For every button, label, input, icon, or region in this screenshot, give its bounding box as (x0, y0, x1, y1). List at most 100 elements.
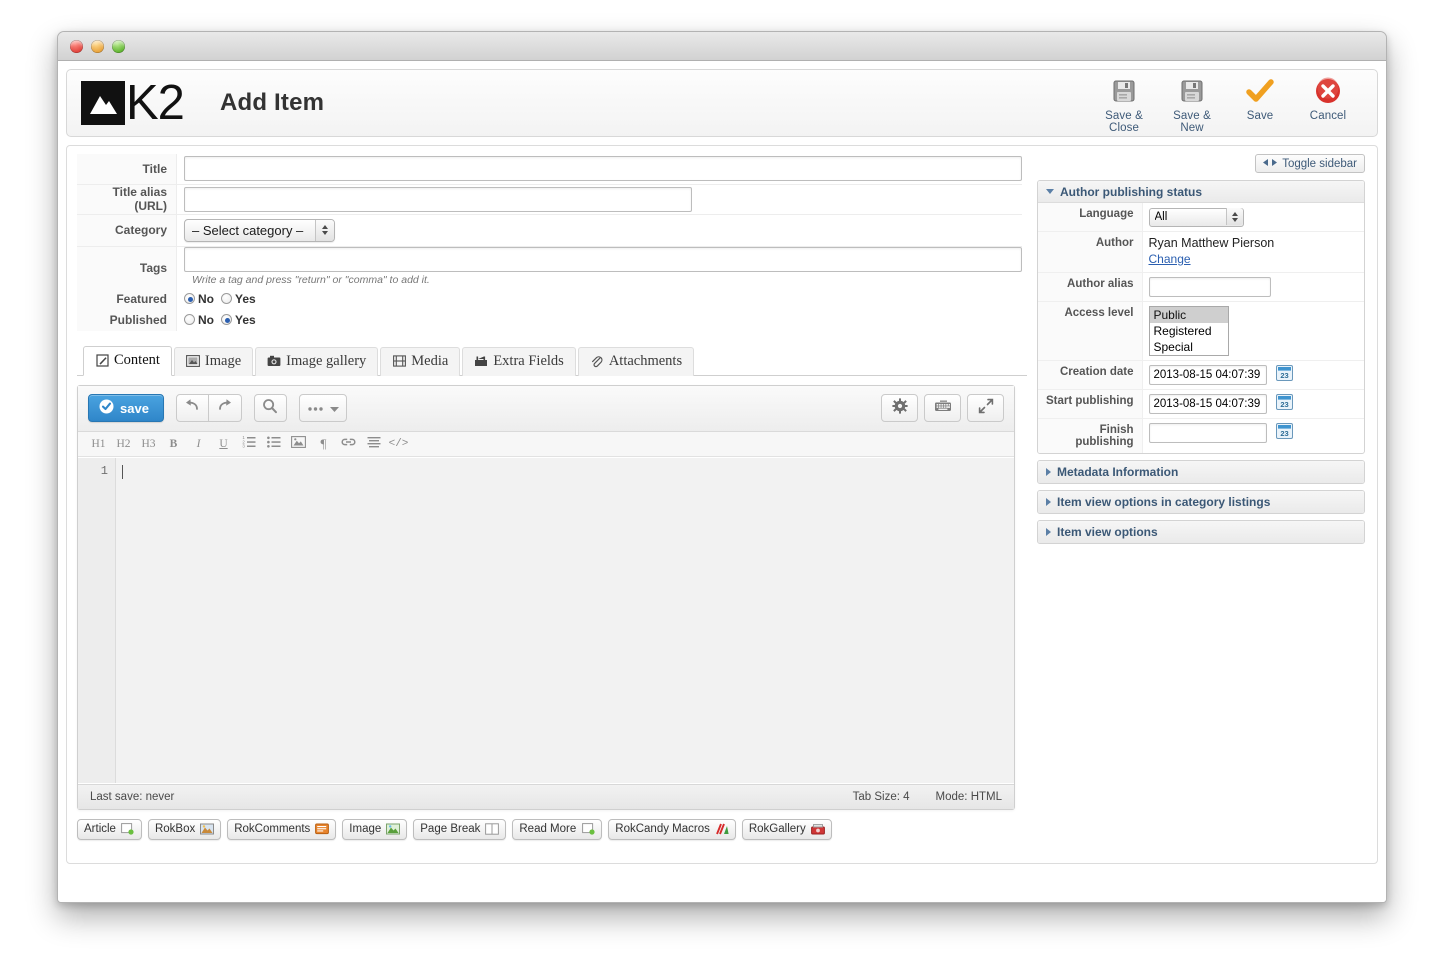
published-yes-radio[interactable]: Yes (221, 313, 256, 327)
calendar-icon[interactable]: 23 (1276, 365, 1293, 381)
metadata-information-header[interactable]: Metadata Information (1038, 461, 1364, 483)
calendar-icon[interactable]: 23 (1276, 423, 1293, 439)
title-input[interactable] (184, 156, 1022, 181)
form-row-tags: Tags Write a tag and press "return" or "… (77, 246, 1022, 289)
author-alias-label: Author alias (1038, 272, 1142, 301)
plugin-page-break-button[interactable]: Page Break (413, 819, 506, 840)
save-label: Save (1229, 110, 1291, 122)
editor-right-buttons (881, 394, 1004, 422)
k2-mountain-icon (81, 81, 125, 125)
language-select[interactable]: All (1149, 208, 1244, 227)
insert-link-button[interactable] (336, 433, 361, 455)
author-alias-input[interactable] (1149, 277, 1271, 297)
calendar-icon[interactable]: 23 (1276, 394, 1293, 410)
unordered-list-button[interactable] (261, 433, 286, 455)
triangle-down-icon (1046, 189, 1054, 194)
editor-fullscreen-button[interactable] (967, 394, 1004, 422)
access-level-listbox[interactable]: Public Registered Special (1149, 306, 1229, 356)
window-titlebar (58, 32, 1386, 61)
content-area: Title Title alias (URL) Ca (66, 145, 1378, 864)
start-publishing-input[interactable] (1149, 394, 1267, 414)
tab-content-label: Content (114, 352, 160, 369)
creation-date-input[interactable] (1149, 365, 1267, 385)
access-level-option-registered[interactable]: Registered (1150, 323, 1228, 339)
paragraph-button[interactable]: ¶ (311, 433, 336, 455)
author-name: Ryan Matthew Pierson (1149, 236, 1361, 250)
plugin-article-label: Article (84, 823, 116, 835)
minimize-button[interactable] (91, 40, 104, 53)
item-view-options-panel[interactable]: Item view options (1037, 520, 1365, 544)
bold-button[interactable]: B (161, 433, 186, 455)
orange-check-icon (1229, 74, 1291, 108)
tab-media[interactable]: Media (380, 347, 460, 376)
access-level-option-public[interactable]: Public (1150, 307, 1228, 323)
chevron-down-icon (330, 399, 339, 417)
ordered-list-button[interactable]: 123 (236, 433, 261, 455)
plugin-read-more-button[interactable]: Read More (512, 819, 602, 840)
tags-input[interactable] (184, 247, 1022, 272)
heading-1-button[interactable]: H1 (86, 433, 111, 455)
change-author-link[interactable]: Change (1149, 252, 1191, 266)
insert-image-button[interactable] (286, 433, 311, 455)
item-view-options-category-panel[interactable]: Item view options in category listings (1037, 490, 1365, 514)
editor-more-dropdown[interactable] (299, 394, 347, 422)
featured-no-radio[interactable]: No (184, 292, 214, 306)
published-yes-label: Yes (235, 313, 256, 327)
tab-extra-fields[interactable]: Extra Fields (462, 347, 575, 376)
plugin-rokcandy-macros-label: RokCandy Macros (615, 823, 710, 835)
save-and-close-button[interactable]: Save & Close (1091, 70, 1157, 136)
tab-image[interactable]: Image (174, 347, 253, 376)
italic-button[interactable]: I (186, 433, 211, 455)
toggle-sidebar-button[interactable]: Toggle sidebar (1255, 154, 1365, 173)
author-publishing-status-title: Author publishing status (1060, 185, 1202, 199)
code-icon: </> (389, 438, 409, 450)
code-input[interactable] (116, 458, 1014, 783)
plugin-rokcandy-macros-button[interactable]: RokCandy Macros (608, 819, 736, 840)
plugin-article-button[interactable]: Article (77, 819, 142, 840)
editor-save-button[interactable]: save (88, 394, 164, 422)
metadata-information-title: Metadata Information (1057, 465, 1178, 479)
save-button[interactable]: Save (1227, 70, 1293, 124)
editor-keyboard-button[interactable] (924, 394, 961, 422)
underline-button[interactable]: U (211, 433, 236, 455)
editor-code-area[interactable]: 1 (78, 458, 1014, 783)
title-alias-input[interactable] (184, 187, 692, 212)
tab-image-gallery[interactable]: Image gallery (255, 347, 378, 376)
heading-2-button[interactable]: H2 (111, 433, 136, 455)
editor-search-button[interactable] (254, 394, 287, 422)
published-no-radio[interactable]: No (184, 313, 214, 327)
plugin-rokcomments-button[interactable]: RokComments (227, 819, 336, 840)
zoom-button[interactable] (112, 40, 125, 53)
plugin-rokgallery-button[interactable]: RokGallery (742, 819, 832, 840)
paragraph-icon: ¶ (321, 436, 327, 452)
align-button[interactable] (361, 433, 386, 455)
paperclip-icon (590, 355, 604, 368)
category-select[interactable]: – Select category – (184, 219, 335, 242)
editor-status-bar: Last save: never Tab Size: 4 Mode: HTML (78, 784, 1014, 809)
undo-button[interactable] (176, 394, 209, 422)
plugin-image-button[interactable]: Image (342, 819, 407, 840)
item-view-options-category-header[interactable]: Item view options in category listings (1038, 491, 1364, 513)
heading-3-button[interactable]: H3 (136, 433, 161, 455)
cancel-button[interactable]: Cancel (1295, 70, 1361, 124)
plugin-rokbox-button[interactable]: RokBox (148, 819, 221, 840)
item-view-options-header[interactable]: Item view options (1038, 521, 1364, 543)
text-caret (122, 465, 123, 479)
access-level-option-special[interactable]: Special (1150, 339, 1228, 355)
editor-settings-button[interactable] (881, 394, 918, 422)
tab-content[interactable]: Content (83, 346, 172, 376)
sidebar-row-creation-date: Creation date 23 (1038, 360, 1364, 389)
tab-attachments[interactable]: Attachments (578, 347, 694, 376)
metadata-information-panel[interactable]: Metadata Information (1037, 460, 1365, 484)
redo-button[interactable] (209, 394, 242, 422)
featured-yes-radio[interactable]: Yes (221, 292, 256, 306)
code-button[interactable]: </> (386, 433, 411, 455)
close-button[interactable] (70, 40, 83, 53)
radio-dot-icon (184, 314, 195, 325)
finish-publishing-input[interactable] (1149, 423, 1267, 443)
save-and-new-button[interactable]: Save & New (1159, 70, 1225, 136)
finish-publishing-label: Finish publishing (1038, 418, 1142, 453)
author-publishing-status-header[interactable]: Author publishing status (1038, 181, 1364, 203)
tab-image-gallery-label: Image gallery (286, 353, 366, 370)
red-gallery-icon (811, 823, 825, 836)
